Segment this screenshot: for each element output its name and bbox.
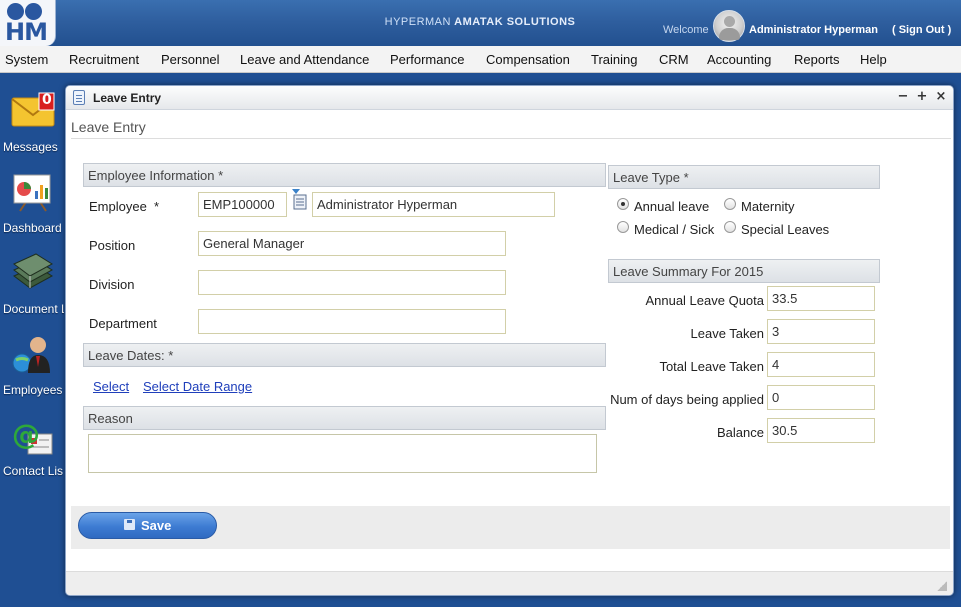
section-leave-summary: Leave Summary For 2015 — [608, 259, 880, 283]
menu-crm[interactable]: CRM — [659, 52, 689, 67]
summary-value-days-applied[interactable] — [767, 385, 875, 410]
required-marker: * — [154, 199, 160, 214]
sign-out-link[interactable]: ( Sign Out ) — [892, 24, 951, 36]
app-title-company: AMATAK SOLUTIONS — [454, 16, 576, 28]
resize-grip-icon[interactable] — [937, 581, 947, 591]
select-date-link[interactable]: Select — [93, 379, 129, 394]
maximize-button[interactable]: + — [915, 90, 929, 104]
employee-label-text: Employee — [89, 199, 147, 214]
employee-id-input[interactable] — [198, 192, 287, 217]
window-titlebar[interactable]: Leave Entry − + × — [66, 86, 953, 110]
form-actions-panel: Save — [71, 506, 950, 549]
save-button[interactable]: Save — [78, 512, 217, 539]
page-title: Leave Entry — [71, 119, 146, 135]
desktop-label-documents: Document L — [3, 302, 64, 316]
desktop-icon-contacts[interactable]: @ Contact Lis — [0, 414, 64, 494]
app-title: HYPERMAN AMATAK SOLUTIONS — [380, 16, 580, 28]
section-leave-type: Leave Type * — [608, 165, 880, 189]
menu-recruitment[interactable]: Recruitment — [69, 52, 139, 67]
at-sign-contacts-icon: @ — [12, 418, 53, 455]
division-input[interactable] — [198, 270, 506, 295]
app-logo[interactable]: HM — [0, 0, 56, 46]
desktop-icon-dashboard[interactable]: Dashboard — [0, 171, 64, 251]
radio-special-leaves[interactable] — [724, 221, 736, 233]
avatar-head — [724, 16, 735, 27]
radio-annual-leave[interactable] — [617, 198, 629, 210]
menu-accounting[interactable]: Accounting — [707, 52, 771, 67]
summary-value-quota[interactable] — [767, 286, 875, 311]
summary-value-total-taken[interactable] — [767, 352, 875, 377]
desktop-icons: 0 Messages Dashboard Document L Employee… — [0, 73, 64, 607]
easel-chart-icon — [13, 174, 51, 212]
desktop-icon-employees[interactable]: Employees — [0, 333, 64, 413]
summary-value-balance[interactable] — [767, 418, 875, 443]
document-icon — [73, 90, 85, 105]
radio-label-special-leaves: Special Leaves — [741, 222, 830, 237]
position-label: Position — [89, 238, 136, 253]
leave-entry-window: Leave Entry − + × Leave Entry Employee I… — [65, 85, 954, 596]
desktop-label-messages: Messages — [3, 140, 58, 154]
menu-reports[interactable]: Reports — [794, 52, 840, 67]
main-menu-bar: System Recruitment Personnel Leave and A… — [0, 46, 961, 73]
radio-medical-sick[interactable] — [617, 221, 629, 233]
radio-label-medical-sick: Medical / Sick — [634, 222, 715, 237]
summary-label-leave-taken: Leave Taken — [690, 326, 765, 341]
summary-label-quota: Annual Leave Quota — [645, 293, 764, 308]
department-input[interactable] — [198, 309, 506, 334]
select-date-range-link[interactable]: Select Date Range — [143, 379, 252, 394]
desktop-icon-messages[interactable]: 0 Messages — [0, 90, 64, 170]
books-icon — [13, 253, 53, 289]
reason-textarea[interactable] — [88, 434, 597, 473]
radio-label-maternity: Maternity — [741, 199, 795, 214]
window-title: Leave Entry — [93, 91, 162, 105]
menu-compensation[interactable]: Compensation — [486, 52, 570, 67]
minimize-button[interactable]: − — [896, 90, 910, 104]
user-avatar[interactable] — [713, 10, 745, 42]
app-title-brand: HYPERMAN — [384, 16, 451, 28]
window-status-bar — [66, 571, 953, 595]
section-leave-dates: Leave Dates: * — [83, 343, 606, 367]
desktop-label-employees: Employees — [3, 383, 63, 397]
top-header: HM HYPERMAN AMATAK SOLUTIONS Welcome Adm… — [0, 0, 961, 46]
division-label: Division — [89, 277, 135, 292]
save-button-label: Save — [141, 518, 172, 533]
close-button[interactable]: × — [934, 90, 948, 104]
menu-system[interactable]: System — [5, 52, 48, 67]
avatar-body — [719, 28, 740, 40]
position-input[interactable] — [198, 231, 506, 256]
summary-label-days-applied: Num of days being applied — [610, 392, 764, 407]
desktop-label-dashboard: Dashboard — [3, 221, 62, 235]
employee-lookup-icon[interactable] — [290, 189, 308, 211]
section-employee-information: Employee Information * — [83, 163, 606, 187]
messages-badge: 0 — [42, 92, 52, 108]
summary-value-leave-taken[interactable] — [767, 319, 875, 344]
desktop-icon-documents[interactable]: Document L — [0, 252, 64, 332]
heading-divider — [71, 138, 951, 139]
logo-text: HM — [5, 18, 48, 46]
employee-person-icon — [12, 337, 50, 373]
menu-help[interactable]: Help — [860, 52, 887, 67]
summary-label-balance: Balance — [717, 425, 764, 440]
menu-personnel[interactable]: Personnel — [161, 52, 220, 67]
employee-label: Employee * — [89, 199, 159, 214]
welcome-text: Welcome — [663, 24, 709, 36]
svg-text:@: @ — [12, 418, 40, 451]
radio-maternity[interactable] — [724, 198, 736, 210]
employee-name-input[interactable] — [312, 192, 555, 217]
section-reason: Reason — [83, 406, 606, 430]
radio-label-annual-leave: Annual leave — [634, 199, 710, 214]
floppy-disk-icon — [124, 519, 135, 530]
menu-leave-attendance[interactable]: Leave and Attendance — [240, 52, 369, 67]
user-name: Administrator Hyperman — [749, 24, 878, 36]
summary-label-total-taken: Total Leave Taken — [659, 359, 764, 374]
desktop-label-contacts: Contact Lis — [3, 464, 64, 478]
menu-training[interactable]: Training — [591, 52, 637, 67]
department-label: Department — [89, 316, 157, 331]
menu-performance[interactable]: Performance — [390, 52, 464, 67]
